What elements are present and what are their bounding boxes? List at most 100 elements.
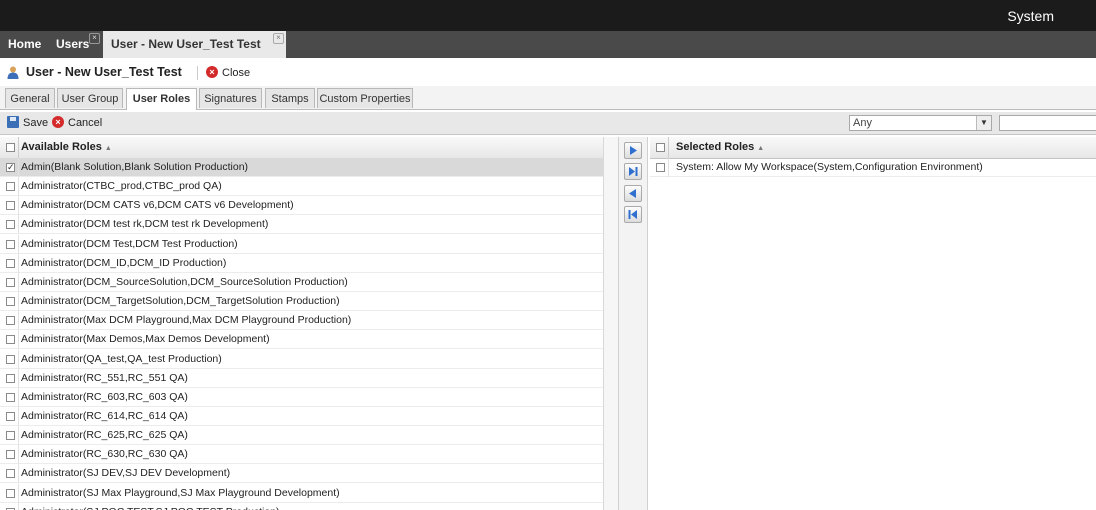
role-label: System: Allow My Workspace(System,Config… — [676, 161, 983, 173]
chevron-down-icon[interactable]: ▼ — [976, 116, 991, 130]
close-button[interactable]: × Close — [206, 65, 250, 81]
table-row[interactable]: Administrator(SJ DEV,SJ DEV Development) — [0, 464, 603, 484]
save-button[interactable]: Save — [7, 115, 48, 131]
column-separator — [18, 158, 19, 177]
table-row[interactable]: Admin(Blank Solution,Blank Solution Prod… — [0, 158, 603, 177]
row-checkbox[interactable] — [6, 411, 15, 421]
row-checkbox[interactable] — [6, 335, 15, 345]
tab-user-detail-close-icon[interactable]: × — [273, 33, 284, 44]
tab-home[interactable]: Home — [0, 31, 48, 58]
row-checkbox[interactable] — [6, 392, 15, 402]
table-row[interactable]: Administrator(RC_625,RC_625 QA) — [0, 426, 603, 446]
row-checkbox[interactable] — [6, 373, 15, 383]
role-label: Administrator(Max DCM Playground,Max DCM… — [21, 314, 352, 327]
role-label: Administrator(SJ DEV,SJ DEV Development) — [21, 467, 231, 480]
table-row[interactable]: Administrator(Max Demos,Max Demos Develo… — [0, 330, 603, 350]
table-row[interactable]: Administrator(DCM_SourceSolution,DCM_Sou… — [0, 272, 603, 292]
tab-user-detail[interactable]: User - New User_Test Test × — [103, 31, 286, 58]
table-row[interactable]: Administrator(SJ POC TEST,SJ POC TEST Pr… — [0, 502, 603, 510]
table-row[interactable]: Administrator(RC_630,RC_630 QA) — [0, 445, 603, 465]
tab-user-group[interactable]: User Group — [57, 88, 123, 108]
available-roles-column[interactable]: Available Roles ▲ — [21, 141, 112, 153]
row-checkbox[interactable] — [6, 258, 15, 268]
move-all-right-icon — [629, 167, 638, 176]
move-all-right-button[interactable] — [624, 163, 642, 180]
cancel-label: Cancel — [68, 117, 103, 129]
table-row[interactable]: Administrator(RC_603,RC_603 QA) — [0, 387, 603, 407]
tab-signatures[interactable]: Signatures — [199, 88, 262, 108]
role-label: Administrator(DCM_ID,DCM_ID Production) — [21, 256, 227, 269]
move-all-left-icon — [628, 210, 637, 219]
row-checkbox[interactable] — [6, 182, 15, 192]
row-checkbox[interactable] — [6, 488, 15, 498]
system-menu[interactable]: System — [1007, 8, 1054, 24]
column-separator — [18, 311, 19, 331]
table-row[interactable]: Administrator(QA_test,QA_test Production… — [0, 349, 603, 369]
row-checkbox[interactable] — [6, 163, 15, 172]
cancel-button[interactable]: × Cancel — [52, 115, 102, 131]
role-label: Administrator(DCM test rk,DCM test rk De… — [21, 218, 269, 231]
column-separator — [18, 272, 19, 292]
selected-roles-column[interactable]: Selected Roles ▲ — [676, 141, 764, 153]
column-separator — [18, 483, 19, 503]
row-checkbox[interactable] — [6, 201, 15, 211]
table-row[interactable]: Administrator(DCM test rk,DCM test rk De… — [0, 215, 603, 235]
role-search-input[interactable] — [999, 115, 1096, 131]
grid-scrollbar[interactable] — [603, 137, 619, 510]
select-all-available-checkbox[interactable] — [6, 143, 15, 152]
column-separator — [18, 177, 19, 197]
move-left-button[interactable] — [624, 185, 642, 202]
table-row[interactable]: Administrator(DCM_ID,DCM_ID Production) — [0, 253, 603, 273]
tab-user-roles[interactable]: User Roles — [126, 88, 197, 110]
available-roles-title: Available Roles — [21, 141, 102, 153]
role-label: Administrator(DCM_TargetSolution,DCM_Tar… — [21, 295, 340, 308]
table-row[interactable]: Administrator(DCM CATS v6,DCM CATS v6 De… — [0, 196, 603, 216]
tab-general[interactable]: General — [5, 88, 55, 108]
table-row[interactable]: Administrator(CTBC_prod,CTBC_prod QA) — [0, 177, 603, 197]
select-all-selected-checkbox[interactable] — [656, 143, 665, 152]
table-row[interactable]: Administrator(SJ Max Playground,SJ Max P… — [0, 483, 603, 503]
table-row[interactable]: Administrator(RC_614,RC_614 QA) — [0, 406, 603, 426]
row-checkbox[interactable] — [6, 220, 15, 230]
role-label: Administrator(RC_551,RC_551 QA) — [21, 371, 188, 384]
move-right-icon — [630, 146, 637, 155]
save-icon — [7, 116, 19, 128]
row-checkbox[interactable] — [6, 316, 15, 326]
move-right-button[interactable] — [624, 142, 642, 159]
column-separator — [18, 406, 19, 426]
save-label: Save — [23, 117, 49, 129]
column-separator — [18, 330, 19, 350]
column-separator — [18, 253, 19, 273]
row-checkbox[interactable] — [6, 450, 15, 460]
column-separator — [668, 137, 669, 158]
tab-users[interactable]: Users × — [48, 31, 102, 58]
role-label: Administrator(QA_test,QA_test Production… — [21, 352, 222, 365]
row-checkbox[interactable] — [6, 297, 15, 307]
table-row[interactable]: Administrator(Max DCM Playground,Max DCM… — [0, 311, 603, 331]
move-left-icon — [629, 189, 636, 198]
role-label: Administrator(CTBC_prod,CTBC_prod QA) — [21, 180, 222, 193]
table-row[interactable]: Administrator(DCM Test,DCM Test Producti… — [0, 234, 603, 254]
row-checkbox[interactable] — [6, 469, 15, 479]
column-separator — [18, 349, 19, 369]
column-separator — [18, 387, 19, 407]
tab-stamps[interactable]: Stamps — [265, 88, 315, 108]
tab-home-label: Home — [8, 37, 42, 51]
role-label: Administrator(SJ Max Playground,SJ Max P… — [21, 486, 340, 499]
role-label: Administrator(DCM CATS v6,DCM CATS v6 De… — [21, 199, 294, 212]
table-row[interactable]: Administrator(DCM_TargetSolution,DCM_Tar… — [0, 292, 603, 312]
table-row[interactable]: System: Allow My Workspace(System,Config… — [650, 158, 1096, 177]
row-checkbox[interactable] — [6, 277, 15, 287]
row-checkbox[interactable] — [6, 239, 15, 249]
move-all-left-button[interactable] — [624, 206, 642, 223]
row-checkbox[interactable] — [6, 431, 15, 441]
nav-tab-bar: Home Users × User - New User_Test Test × — [0, 31, 1096, 58]
row-checkbox[interactable] — [656, 163, 665, 172]
row-checkbox[interactable] — [6, 354, 15, 364]
tab-users-close-icon[interactable]: × — [89, 33, 100, 44]
table-row[interactable]: Administrator(RC_551,RC_551 QA) — [0, 368, 603, 388]
tab-custom-properties[interactable]: Custom Properties — [317, 88, 413, 108]
selected-roles-title: Selected Roles — [676, 141, 755, 153]
scope-filter-select[interactable]: Any ▼ — [849, 115, 992, 131]
user-icon — [7, 66, 19, 79]
